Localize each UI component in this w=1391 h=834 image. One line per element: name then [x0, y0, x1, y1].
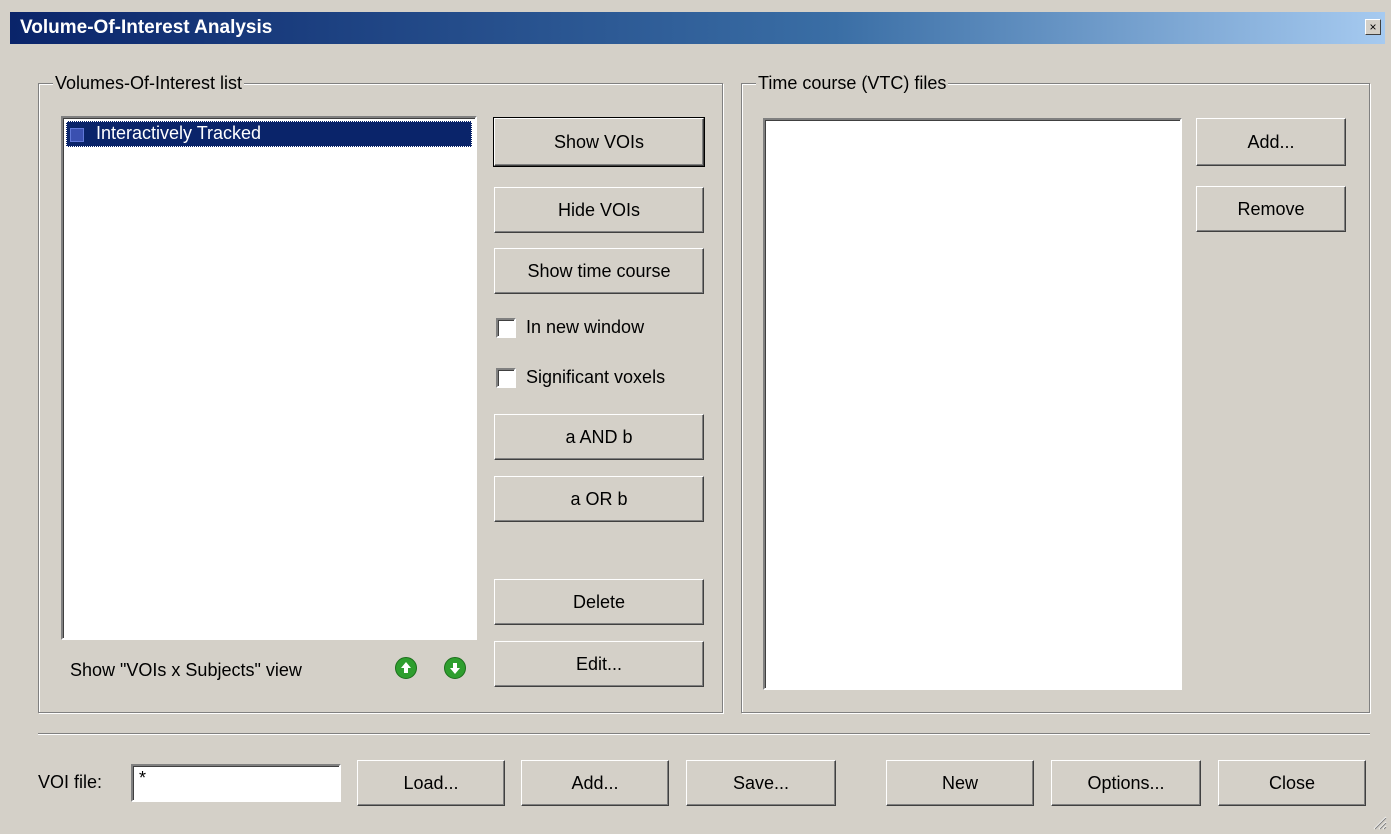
- significant-voxels-label: Significant voxels: [526, 367, 666, 387]
- in-new-window-checkbox-box[interactable]: [496, 317, 516, 338]
- arrow-up-icon[interactable]: [395, 657, 417, 679]
- footer-separator: [38, 733, 1370, 735]
- significant-voxels-checkbox-box[interactable]: [496, 367, 516, 388]
- close-button[interactable]: Close: [1218, 760, 1366, 806]
- voi-list-item[interactable]: Interactively Tracked: [66, 121, 472, 147]
- vtc-listbox[interactable]: [763, 118, 1182, 690]
- close-window-button[interactable]: ×: [1365, 19, 1381, 35]
- delete-button[interactable]: Delete: [494, 579, 704, 625]
- voi-file-label: VOI file:: [38, 772, 103, 792]
- title-bar[interactable]: Volume-Of-Interest Analysis ×: [10, 12, 1385, 44]
- show-voi-x-subjects-label[interactable]: Show "VOIs x Subjects" view: [70, 660, 302, 681]
- resize-grip-icon[interactable]: [1371, 814, 1387, 830]
- edit-button[interactable]: Edit...: [494, 641, 704, 687]
- show-time-course-button[interactable]: Show time course: [494, 248, 704, 294]
- options-button[interactable]: Options...: [1051, 760, 1201, 806]
- voi-listbox[interactable]: Interactively Tracked: [61, 116, 477, 640]
- significant-voxels-checkbox[interactable]: Significant voxels: [496, 367, 665, 388]
- voi-list-item-label: Interactively Tracked: [96, 123, 262, 143]
- voi-file-field[interactable]: *: [131, 764, 341, 802]
- vtc-remove-button[interactable]: Remove: [1196, 186, 1346, 232]
- show-vois-button[interactable]: Show VOIs: [493, 117, 705, 167]
- load-button[interactable]: Load...: [357, 760, 505, 806]
- save-button[interactable]: Save...: [686, 760, 836, 806]
- voi-color-swatch: [70, 128, 84, 142]
- a-or-b-button[interactable]: a OR b: [494, 476, 704, 522]
- vtc-add-button[interactable]: Add...: [1196, 118, 1346, 166]
- in-new-window-label: In new window: [526, 317, 645, 337]
- new-button[interactable]: New: [886, 760, 1034, 806]
- a-and-b-button[interactable]: a AND b: [494, 414, 704, 460]
- in-new-window-checkbox[interactable]: In new window: [496, 317, 644, 338]
- hide-vois-button[interactable]: Hide VOIs: [494, 187, 704, 233]
- arrow-down-icon[interactable]: [444, 657, 466, 679]
- voi-list-legend: Volumes-Of-Interest list: [53, 72, 245, 94]
- vtc-files-legend: Time course (VTC) files: [756, 72, 949, 94]
- footer-add-button[interactable]: Add...: [521, 760, 669, 806]
- window-title: Volume-Of-Interest Analysis: [20, 17, 273, 38]
